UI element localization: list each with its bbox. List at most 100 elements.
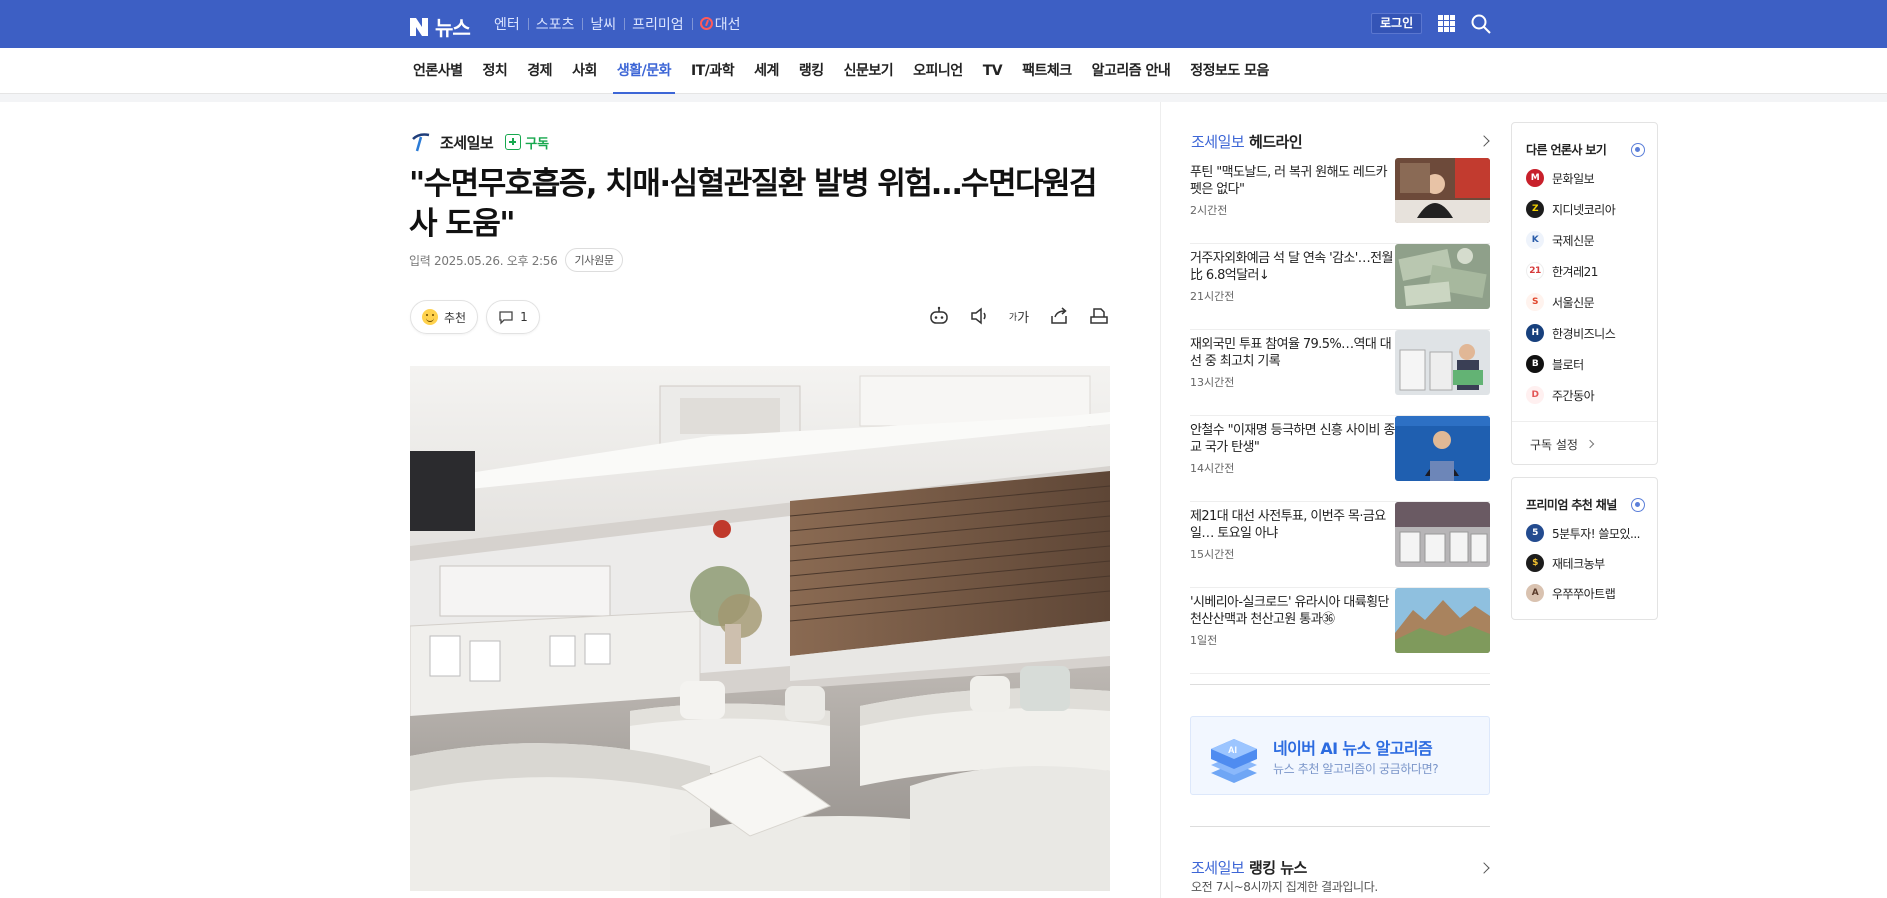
premium-channel-box: 프리미엄 추천 채널 5 5분투자! 쓸모있... $ 재테크농부 A 우쭈쭈아트랩 <box>1511 477 1658 620</box>
section-life-culture[interactable]: 생활/문화 <box>612 48 676 94</box>
section-newspaper[interactable]: 신문보기 <box>840 48 898 94</box>
press-item[interactable]: D 주간동아 <box>1526 386 1595 404</box>
headline-item-thumbnail <box>1395 158 1490 223</box>
top-nav-premium[interactable]: 프리미엄 <box>624 14 692 34</box>
headline-item[interactable]: 거주자외화예금 석 달 연속 '감소'…전월比 6.8억달러↓ 21시간전 <box>1190 244 1490 330</box>
comment-button[interactable]: 1 <box>486 300 540 334</box>
channel-avatar: $ <box>1526 554 1544 572</box>
ai-banner-title: 네이버 AI 뉴스 알고리즘 <box>1273 739 1433 758</box>
ai-algorithm-banner[interactable]: AI 네이버 AI 뉴스 알고리즘 뉴스 추천 알고리즘이 궁금하다면? <box>1190 716 1490 795</box>
section-press[interactable]: 언론사별 <box>409 48 467 94</box>
premium-item-name: 5분투자! 쓸모있... <box>1552 526 1640 541</box>
headline-box-press: 조세일보 <box>1191 133 1245 151</box>
headline-item-time: 15시간전 <box>1190 548 1235 561</box>
press-logo-icon: B <box>1526 355 1544 373</box>
channel-avatar: A <box>1526 584 1544 602</box>
headline-item[interactable]: 재외국민 투표 참여율 79.5%…역대 대선 중 최고치 기록 13시간전 <box>1190 330 1490 416</box>
press-item-name: 한겨레21 <box>1552 264 1598 279</box>
original-article-button[interactable]: 기사원문 <box>565 248 623 272</box>
press-item[interactable]: H 한경비즈니스 <box>1526 324 1616 342</box>
logo-text: 뉴스 <box>435 16 471 40</box>
section-politics[interactable]: 정치 <box>479 48 512 94</box>
top-nav-sports[interactable]: 스포츠 <box>527 14 583 34</box>
apps-grid-icon[interactable] <box>1438 15 1455 32</box>
press-logo-icon: 21 <box>1526 262 1544 280</box>
press-item[interactable]: Z 지디넷코리아 <box>1526 200 1616 218</box>
press-item[interactable]: 21 한겨레21 <box>1526 262 1598 280</box>
font-size-label: 가 <box>1017 310 1030 326</box>
share-icon[interactable] <box>1048 305 1070 327</box>
section-nav: 언론사별 정치 경제 사회 생활/문화 IT/과학 세계 랭킹 신문보기 오피니… <box>0 48 1887 94</box>
comment-count: 1 <box>520 310 528 324</box>
subscribe-label: 구독 <box>525 136 550 152</box>
refresh-icon[interactable] <box>1631 498 1645 512</box>
section-society[interactable]: 사회 <box>568 48 601 94</box>
plus-icon <box>505 134 522 150</box>
login-button[interactable]: 로그인 <box>1371 13 1423 34</box>
top-nav-weather[interactable]: 날씨 <box>582 14 624 34</box>
headline-box-label: 헤드라인 <box>1248 133 1303 151</box>
search-icon[interactable] <box>1470 13 1492 35</box>
section-ranking[interactable]: 랭킹 <box>795 48 828 94</box>
headline-more-chevron-icon[interactable] <box>1478 135 1490 147</box>
section-it-science[interactable]: IT/과학 <box>687 48 738 94</box>
press-item[interactable]: M 문화일보 <box>1526 169 1595 187</box>
headline-item-title: 거주자외화예금 석 달 연속 '감소'…전월比 6.8억달러↓ <box>1190 251 1393 283</box>
ranking-press: 조세일보 <box>1191 859 1245 877</box>
headline-item[interactable]: 안철수 "이재명 등극하면 신흥 사이비 종교 국가 탄생" 14시간전 <box>1190 416 1490 502</box>
ranking-label: 랭킹 뉴스 <box>1248 859 1307 877</box>
press-item[interactable]: K 국제신문 <box>1526 231 1595 249</box>
subscribe-button[interactable]: 구독 <box>505 133 549 152</box>
top-nav-election[interactable]: 대선 <box>691 14 749 34</box>
like-label: 추천 <box>444 310 467 325</box>
subscription-settings-button[interactable]: 구독 설정 <box>1512 421 1657 464</box>
headline-item-thumbnail <box>1395 502 1490 567</box>
summary-bot-icon[interactable] <box>928 305 950 327</box>
headline-item-thumbnail <box>1395 416 1490 481</box>
press-logo-icon: Z <box>1526 200 1544 218</box>
headline-item[interactable]: '시베리아-실크로드' 유라시아 대륙횡단 천산산맥과 천산고원 통과㊱ 1일전 <box>1190 588 1490 674</box>
section-world[interactable]: 세계 <box>750 48 783 94</box>
speaker-icon[interactable] <box>968 305 990 327</box>
article-photo <box>410 366 1110 891</box>
section-opinion[interactable]: 오피니언 <box>909 48 967 94</box>
article-headline: "수면무호흡증, 치매·심혈관질환 발병 위험…수면다원검사 도움" <box>409 166 1098 242</box>
column-divider <box>1160 102 1161 898</box>
other-press-title: 다른 언론사 보기 <box>1526 143 1607 157</box>
press-item[interactable]: B 블로터 <box>1526 355 1584 373</box>
font-size-small-glyph: 가 <box>1008 312 1018 323</box>
print-icon[interactable] <box>1088 305 1110 327</box>
press-logo-icon[interactable] <box>410 131 432 153</box>
headline-item-title: 재외국민 투표 참여율 79.5%…역대 대선 중 최고치 기록 <box>1190 337 1392 369</box>
headline-item-time: 13시간전 <box>1190 376 1235 389</box>
section-economy[interactable]: 경제 <box>523 48 556 94</box>
press-name[interactable]: 조세일보 <box>440 132 494 153</box>
comment-icon <box>499 311 513 325</box>
section-corrections[interactable]: 정정보도 모음 <box>1186 48 1273 94</box>
press-logo-icon: S <box>1526 293 1544 311</box>
press-item[interactable]: S 서울신문 <box>1526 293 1595 311</box>
headline-item[interactable]: 제21대 대선 사전투표, 이번주 목·금요일… 토요일 아냐 15시간전 <box>1190 502 1490 588</box>
headline-item-thumbnail <box>1395 588 1490 653</box>
premium-item[interactable]: 5 5분투자! 쓸모있... <box>1526 524 1640 542</box>
ranking-more-chevron-icon[interactable] <box>1478 862 1490 874</box>
ranking-title[interactable]: 조세일보 랭킹 뉴스 <box>1191 857 1307 878</box>
press-item-name: 지디넷코리아 <box>1552 202 1616 217</box>
premium-item[interactable]: $ 재테크농부 <box>1526 554 1605 572</box>
headline-item[interactable]: 푸틴 "맥도날드, 러 복귀 원해도 레드카펫은 없다" 2시간전 <box>1190 158 1490 244</box>
premium-item[interactable]: A 우쭈쭈아트랩 <box>1526 584 1616 602</box>
like-button[interactable]: 추천 <box>410 300 479 334</box>
naver-news-logo[interactable]: 뉴스 <box>409 12 471 41</box>
press-item-name: 블로터 <box>1552 357 1584 372</box>
top-nav-entertain[interactable]: 엔터 <box>494 14 528 34</box>
section-tv[interactable]: TV <box>979 48 1006 94</box>
section-algorithm[interactable]: 알고리즘 안내 <box>1088 48 1175 94</box>
article-press: 조세일보 구독 <box>410 131 549 153</box>
top-nav-election-label: 대선 <box>714 17 741 33</box>
headline-box-title[interactable]: 조세일보 헤드라인 <box>1191 131 1303 152</box>
ai-banner-subtitle: 뉴스 추천 알고리즘이 궁금하다면? <box>1273 762 1439 776</box>
refresh-icon[interactable] <box>1631 143 1645 157</box>
font-size-button[interactable]: 가가 <box>1008 305 1030 327</box>
section-factcheck[interactable]: 팩트체크 <box>1018 48 1076 94</box>
headline-item-title: '시베리아-실크로드' 유라시아 대륙횡단 천산산맥과 천산고원 통과㊱ <box>1190 595 1389 627</box>
